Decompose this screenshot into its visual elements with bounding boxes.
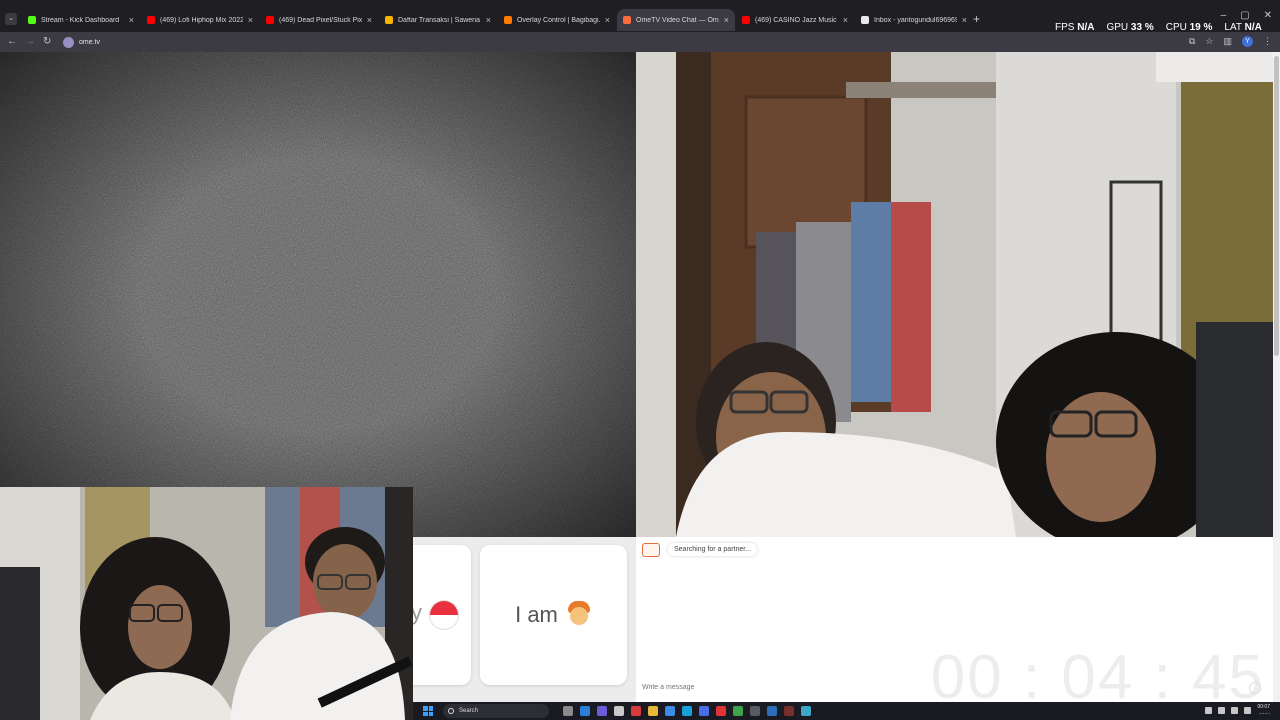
start-button[interactable]: [423, 706, 433, 716]
gender-select-card[interactable]: I am: [480, 545, 627, 685]
tab-favicon-icon: [28, 16, 36, 24]
latency-stat: LAT N/A: [1224, 22, 1262, 33]
performance-stats-overlay: FPS N/A GPU 33 % CPU 19 % LAT N/A: [1055, 22, 1262, 33]
tab-favicon-icon: [147, 16, 155, 24]
browser-tab[interactable]: Stream - Kick Dashboard ×: [22, 9, 140, 31]
browser-tab[interactable]: Inbox - yantogundul696969@g ×: [855, 9, 973, 31]
system-tray: 00:07 ........: [1205, 704, 1270, 716]
notepad-icon[interactable]: [614, 706, 624, 716]
close-window-button[interactable]: ✕: [1264, 10, 1272, 21]
tab-title: Inbox - yantogundul696969@g: [874, 16, 957, 24]
tab-title: Daftar Transaksi | Saweria: [398, 16, 480, 24]
app-icon-cyan[interactable]: [801, 706, 811, 716]
battery-icon[interactable]: [1244, 706, 1252, 714]
browser-tab[interactable]: OmeTV Video Chat — Ome ×: [617, 9, 735, 31]
taskbar-search-label: Search: [459, 708, 479, 714]
tray-chevron-icon[interactable]: [1205, 706, 1213, 714]
tab-search-button[interactable]: ⌄: [5, 13, 17, 25]
edge-browser-icon[interactable]: [580, 706, 590, 716]
steam-icon[interactable]: [767, 706, 777, 716]
tab-close-icon[interactable]: ×: [843, 15, 848, 25]
ometv-logo-icon: [642, 543, 660, 557]
network-icon[interactable]: [1218, 706, 1226, 714]
room-scene-image: [636, 52, 1273, 537]
forward-icon[interactable]: →: [25, 36, 35, 47]
extensions-icon[interactable]: ▥: [1223, 36, 1232, 47]
browser-tab[interactable]: (469) Dead Pixel/Stuck Pixel Sc ×: [260, 9, 378, 31]
browser-tab[interactable]: (469) CASINO Jazz Music 🎰 R ×: [736, 9, 854, 31]
fps-stat: FPS N/A: [1055, 22, 1095, 33]
cpu-stat: CPU 19 %: [1165, 22, 1213, 33]
taskbar-clock[interactable]: 00:07 ........: [1257, 704, 1270, 716]
browser-tab[interactable]: Daftar Transaksi | Saweria ×: [379, 9, 497, 31]
url-text: ome.tv: [79, 39, 101, 46]
back-icon[interactable]: ←: [7, 36, 17, 47]
new-tab-button[interactable]: +: [973, 12, 980, 26]
install-app-icon[interactable]: ⧉: [1189, 36, 1195, 47]
edge-icon[interactable]: [682, 706, 692, 716]
streamer-webcam-overlay: [0, 487, 413, 720]
bookmark-star-icon[interactable]: ☆: [1205, 36, 1213, 47]
file-explorer-icon[interactable]: [648, 706, 658, 716]
mail-icon[interactable]: [699, 706, 709, 716]
tab-close-icon[interactable]: ×: [724, 15, 729, 25]
volume-icon[interactable]: [1231, 706, 1239, 714]
page-scrollbar[interactable]: [1273, 52, 1280, 702]
chat-panel: Searching for a partner... 00 : 04 : 45: [636, 537, 1273, 712]
youtube-icon[interactable]: [716, 706, 726, 716]
report-icon[interactable]: [1249, 682, 1261, 694]
window-controls: – ▢ ✕: [1221, 10, 1272, 21]
profile-avatar[interactable]: Y: [1242, 36, 1253, 47]
tab-title: (469) CASINO Jazz Music 🎰 R: [755, 17, 838, 24]
url-field[interactable]: ome.tv: [60, 35, 1180, 50]
site-info-icon[interactable]: [63, 37, 74, 48]
tab-title: (469) Lofi Hiphop Mix 2022 | Lo: [160, 16, 243, 24]
tab-close-icon[interactable]: ×: [367, 15, 372, 25]
tab-favicon-icon: [861, 16, 869, 24]
tab-title: Overlay Control | Bagibagi.co: [517, 16, 600, 24]
task-view-icon[interactable]: [563, 706, 573, 716]
browser-tab[interactable]: Overlay Control | Bagibagi.co ×: [498, 9, 616, 31]
windows-taskbar: Search 00:07 ........: [413, 702, 1280, 720]
filter-controls: y I am: [383, 537, 636, 702]
app-icon-red[interactable]: [631, 706, 641, 716]
chrome-icon[interactable]: [733, 706, 743, 716]
address-bar: ← → ↻ ome.tv ⧉ ☆ ▥ Y ⋮: [0, 32, 1280, 52]
store-icon[interactable]: [665, 706, 675, 716]
minimize-button[interactable]: –: [1221, 10, 1227, 21]
tab-close-icon[interactable]: ×: [486, 15, 491, 25]
static-noise-image: [0, 52, 636, 537]
reload-icon[interactable]: ↻: [43, 36, 51, 47]
app-icon-dark-red[interactable]: [784, 706, 794, 716]
tab-close-icon[interactable]: ×: [605, 15, 610, 25]
tab-favicon-icon: [742, 16, 750, 24]
boy-emoji-icon: [566, 601, 592, 629]
tab-close-icon[interactable]: ×: [962, 15, 967, 25]
browser-tab[interactable]: (469) Lofi Hiphop Mix 2022 | Lo ×: [141, 9, 259, 31]
tab-close-icon[interactable]: ×: [129, 15, 134, 25]
search-icon: [448, 708, 454, 714]
tab-favicon-icon: [504, 16, 512, 24]
tab-title: OmeTV Video Chat — Ome: [636, 16, 719, 24]
gender-label: I am: [515, 602, 558, 627]
tab-close-icon[interactable]: ×: [248, 15, 253, 25]
tab-favicon-icon: [623, 16, 631, 24]
tab-title: Stream - Kick Dashboard: [41, 16, 120, 24]
self-video-feed: [636, 52, 1273, 537]
address-bar-actions: ⧉ ☆ ▥ Y ⋮: [1189, 36, 1272, 47]
webcam-scene-image: [0, 487, 413, 720]
indonesia-flag-icon: [430, 601, 458, 629]
menu-icon[interactable]: ⋮: [1263, 36, 1272, 47]
tab-title: (469) Dead Pixel/Stuck Pixel Sc: [279, 16, 362, 24]
status-message: Searching for a partner...: [668, 543, 758, 556]
teams-icon[interactable]: [597, 706, 607, 716]
maximize-button[interactable]: ▢: [1240, 10, 1249, 21]
tab-favicon-icon: [385, 16, 393, 24]
taskbar-search[interactable]: Search: [443, 704, 549, 718]
partner-video-static: [0, 52, 636, 537]
gpu-stat: GPU 33 %: [1106, 22, 1154, 33]
obs-icon[interactable]: [750, 706, 760, 716]
tab-favicon-icon: [266, 16, 274, 24]
scrollbar-thumb[interactable]: [1274, 56, 1279, 356]
